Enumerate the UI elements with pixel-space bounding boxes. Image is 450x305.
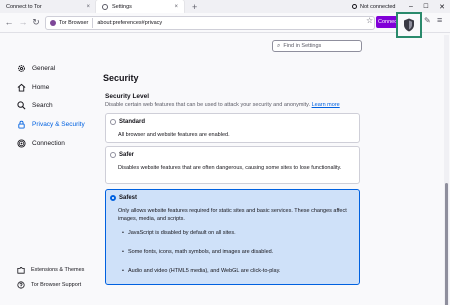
search-icon: ⌕ <box>277 42 281 49</box>
window-close-button[interactable]: ✕ <box>436 0 448 13</box>
scrollbar-thumb[interactable] <box>445 183 448 305</box>
lock-icon <box>17 120 26 129</box>
gear-icon <box>17 64 26 73</box>
list-item: Audio and video (HTML5 media), and WebGL… <box>122 268 280 275</box>
radio-button[interactable] <box>110 119 116 125</box>
security-level-heading: Security Level <box>105 93 150 100</box>
radio-button-selected[interactable] <box>110 195 116 201</box>
radio-button[interactable] <box>110 152 116 158</box>
option-name: Safer <box>119 152 135 158</box>
option-description: All browser and website features are ena… <box>118 132 230 138</box>
sidebar-item-privacy-security[interactable]: Privacy & Security <box>17 120 85 129</box>
find-placeholder: Find in Settings <box>283 43 322 49</box>
sidebar-item-tor-browser-support[interactable]: Tor Browser Support <box>17 281 81 289</box>
tab-label: Settings <box>112 3 132 10</box>
tab-connect-to-tor[interactable]: Connect to Tor × <box>0 0 96 13</box>
list-item: JavaScript is disabled by default on all… <box>122 230 280 237</box>
reload-icon[interactable]: ↻ <box>31 17 41 28</box>
sidebar-item-search[interactable]: Search <box>17 101 53 110</box>
help-icon <box>17 281 25 289</box>
puzzle-icon <box>17 266 25 274</box>
url-text[interactable]: about:preferences#privacy <box>97 20 162 26</box>
sidebar-footer-label: Tor Browser Support <box>31 282 82 288</box>
section-title: Security <box>103 73 139 83</box>
sidebar-item-label: Connection <box>32 140 65 147</box>
connection-status[interactable]: Not connected <box>352 0 395 13</box>
identity-chip[interactable]: Tor Browser <box>46 18 94 28</box>
tab-label: Connect to Tor <box>6 3 42 10</box>
sidebar-item-general[interactable]: General <box>17 64 55 73</box>
security-option-standard[interactable]: Standard All browser and website feature… <box>105 113 360 143</box>
close-icon[interactable]: × <box>86 4 90 10</box>
close-icon[interactable]: × <box>174 4 178 10</box>
safest-bullet-list: JavaScript is disabled by default on all… <box>122 230 280 287</box>
option-description: Disables website features that are often… <box>118 165 342 171</box>
connection-status-label: Not connected <box>360 3 396 10</box>
option-name: Standard <box>119 119 146 125</box>
sidebar-footer-label: Extensions & Themes <box>31 267 85 273</box>
sidebar-item-connection[interactable]: Connection <box>17 139 65 148</box>
gear-icon <box>102 3 108 10</box>
new-tab-button[interactable]: + <box>192 2 197 12</box>
search-icon <box>17 101 26 110</box>
connect-button[interactable]: Connect <box>376 16 398 28</box>
tab-settings[interactable]: Settings × <box>96 0 184 13</box>
sidebar-item-label: Home <box>32 84 50 91</box>
security-option-safer[interactable]: Safer Disables website features that are… <box>105 146 360 184</box>
security-level-description: Disable certain web features that can be… <box>105 102 340 108</box>
security-option-safest[interactable]: Safest Only allows website features requ… <box>105 189 360 285</box>
bookmark-star-icon[interactable]: ☆ <box>366 16 373 25</box>
description-text: Disable certain web features that can be… <box>105 102 311 108</box>
sidebar-item-home[interactable]: Home <box>17 83 49 92</box>
identity-chip-label: Tor Browser <box>59 20 89 26</box>
option-name: Safest <box>119 195 138 201</box>
forward-icon[interactable]: → <box>18 17 28 28</box>
learn-more-link[interactable]: Learn more <box>312 102 340 108</box>
list-item: Some fonts, icons, math symbols, and ima… <box>122 249 280 256</box>
back-icon[interactable]: ← <box>4 17 14 28</box>
onion-icon <box>50 20 56 26</box>
app-menu-icon[interactable]: ≡ <box>437 15 442 25</box>
option-description: Only allows website features required fo… <box>118 208 347 222</box>
sidebar-item-label: Search <box>32 102 53 109</box>
scrollbar[interactable] <box>444 35 449 305</box>
shield-icon <box>404 18 414 32</box>
home-icon <box>17 83 26 92</box>
onion-icon <box>17 139 26 148</box>
security-level-button[interactable] <box>396 12 422 38</box>
status-icon <box>352 4 357 9</box>
sidebar-item-label: Privacy & Security <box>32 121 85 128</box>
address-bar[interactable]: Tor Browser about:preferences#privacy <box>45 16 375 30</box>
sidebar-item-label: General <box>32 65 56 72</box>
find-in-settings-input[interactable]: ⌕ Find in Settings <box>272 40 362 52</box>
sidebar-item-extensions-themes[interactable]: Extensions & Themes <box>17 266 84 274</box>
pen-icon[interactable]: ✎ <box>424 16 431 25</box>
